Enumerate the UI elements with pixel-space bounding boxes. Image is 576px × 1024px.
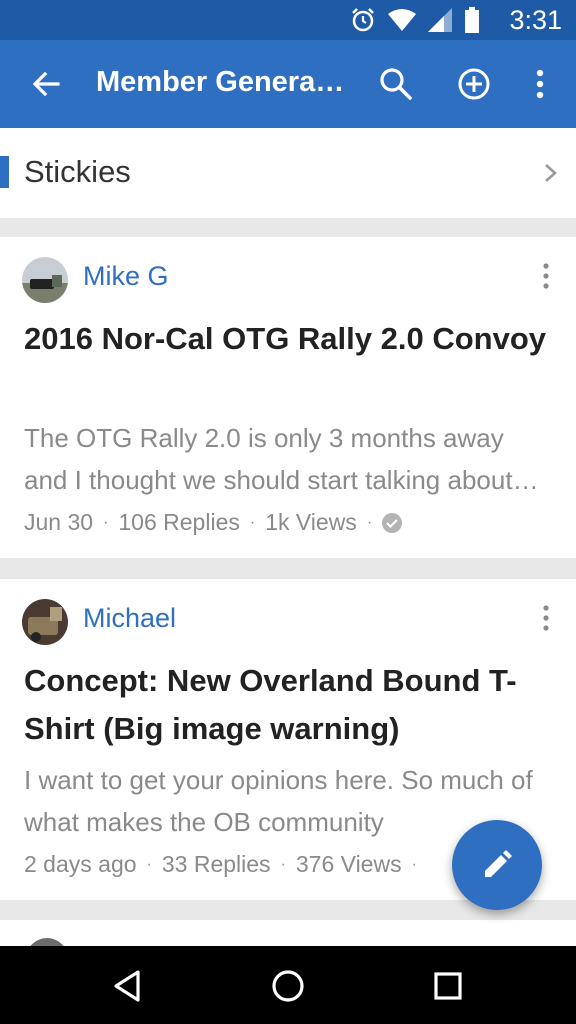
thread-title[interactable]: 2016 Nor-Cal OTG Rally 2.0 Convoy bbox=[24, 315, 554, 363]
thread-card[interactable]: Mike G 2016 Nor-Cal OTG Rally 2.0 Convoy… bbox=[0, 237, 576, 558]
app-bar: Member General Discussion bbox=[0, 40, 576, 128]
more-vert-icon[interactable] bbox=[542, 263, 550, 289]
back-triangle-icon[interactable] bbox=[108, 966, 148, 1006]
back-arrow-icon[interactable] bbox=[28, 66, 64, 102]
separator-dot: · bbox=[411, 855, 417, 873]
status-bar: 3:31 bbox=[0, 0, 576, 40]
separator-dot: · bbox=[249, 513, 256, 531]
pencil-icon bbox=[485, 850, 512, 877]
clock: 3:31 bbox=[509, 5, 562, 35]
thread-excerpt: The OTG Rally 2.0 is only 3 months away … bbox=[24, 423, 513, 495]
thread-meta: Jun 30 · 106 Replies · 1k Views · bbox=[24, 509, 403, 536]
author-name[interactable]: Michael bbox=[83, 603, 176, 634]
add-circle-icon[interactable] bbox=[454, 64, 494, 104]
more-vert-icon[interactable] bbox=[542, 605, 550, 631]
author-name[interactable]: Mike G bbox=[83, 261, 169, 292]
thread-replies: 33 Replies bbox=[161, 851, 271, 877]
thread-views: 1k Views bbox=[265, 509, 357, 535]
search-icon[interactable] bbox=[376, 64, 416, 104]
avatar[interactable] bbox=[22, 599, 68, 645]
chevron-right-icon bbox=[545, 164, 557, 182]
separator-dot: · bbox=[280, 855, 286, 873]
thread-card-peek bbox=[0, 920, 576, 946]
stickies-row[interactable]: Stickies bbox=[0, 128, 576, 218]
separator-dot: · bbox=[146, 855, 152, 873]
status-icons bbox=[350, 7, 480, 33]
page-title: Member General Discussion bbox=[96, 66, 346, 98]
avatar[interactable] bbox=[22, 257, 68, 303]
compose-button[interactable] bbox=[452, 820, 542, 910]
thread-meta: 2 days ago · 33 Replies · 376 Views · bbox=[24, 851, 427, 878]
signal-icon bbox=[428, 8, 452, 32]
check-circle-icon bbox=[382, 512, 403, 533]
wifi-icon bbox=[388, 9, 416, 31]
thread-replies: 106 Replies bbox=[118, 509, 240, 535]
thread-date: Jun 30 bbox=[24, 509, 94, 535]
stickies-accent-bar bbox=[0, 156, 9, 188]
home-circle-icon[interactable] bbox=[268, 966, 308, 1006]
alarm-icon bbox=[352, 8, 374, 32]
thread-views: 376 Views bbox=[295, 851, 402, 877]
stickies-label: Stickies bbox=[24, 154, 131, 189]
separator-dot: · bbox=[103, 513, 109, 531]
navigation-bar bbox=[0, 946, 576, 1024]
separator-dot: · bbox=[366, 513, 373, 531]
thread-title[interactable]: Concept: New Overland Bound T-Shirt (Big… bbox=[24, 657, 554, 753]
recents-square-icon[interactable] bbox=[428, 966, 468, 1006]
battery-icon bbox=[465, 7, 479, 33]
thread-date: 2 days ago bbox=[24, 851, 137, 877]
overflow-menu-icon[interactable] bbox=[520, 64, 560, 104]
